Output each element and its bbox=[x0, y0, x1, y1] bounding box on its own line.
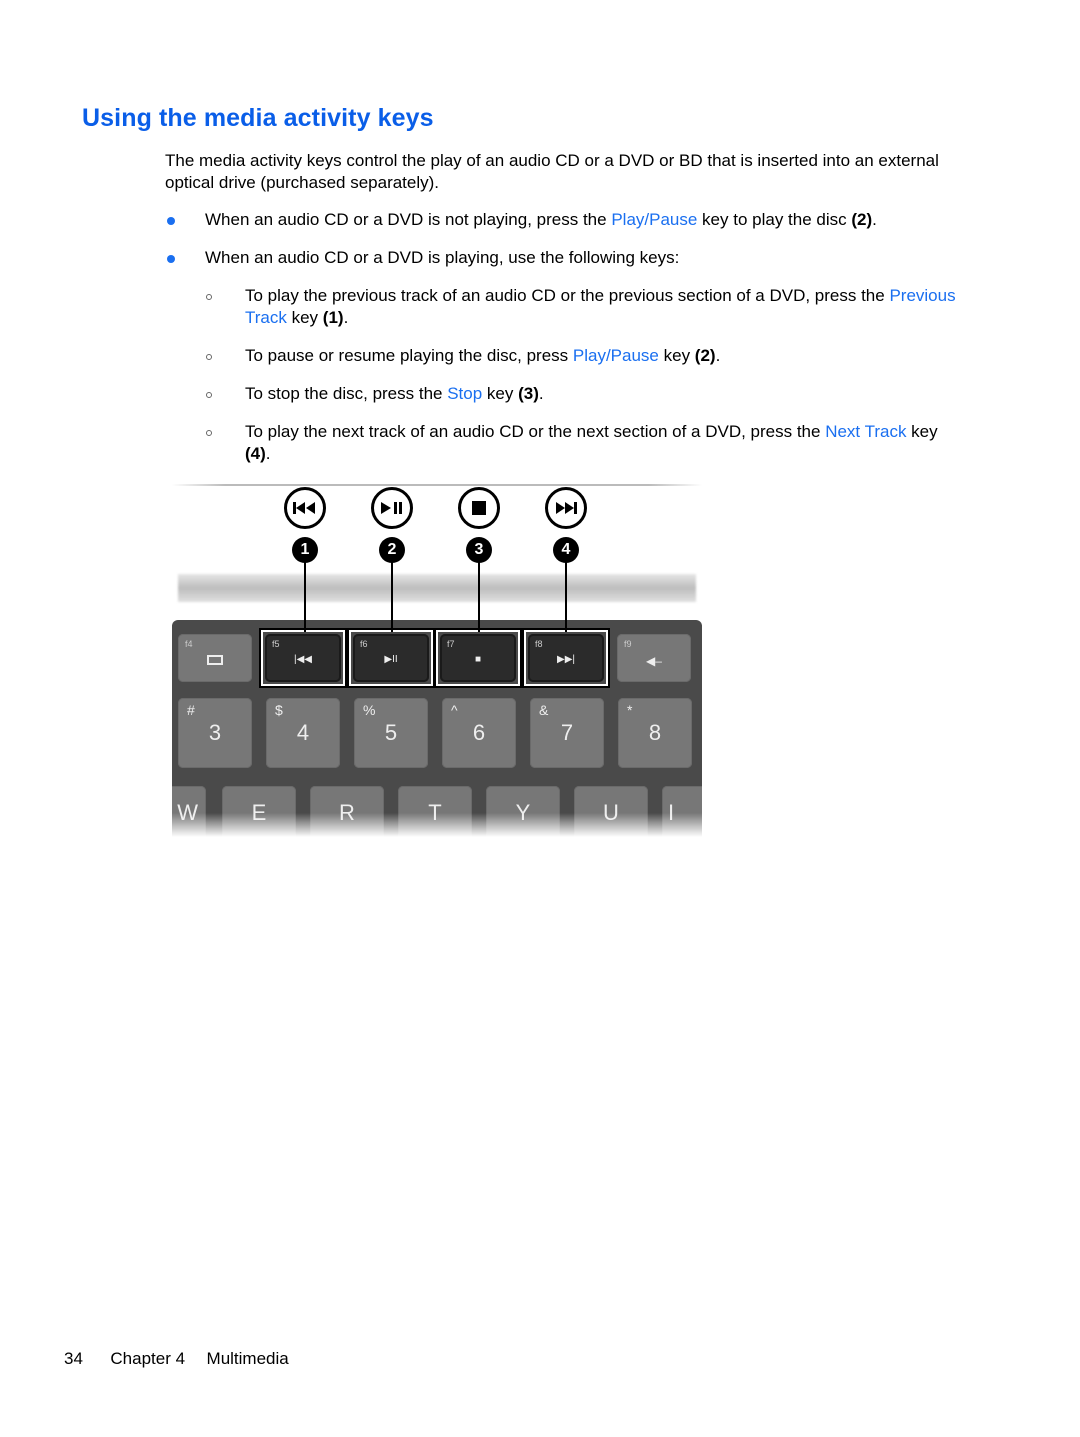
page-number: 34 bbox=[64, 1349, 83, 1368]
callout-ref: (2) bbox=[694, 346, 716, 365]
callout-ref: (2) bbox=[851, 210, 873, 229]
key-main-label: R bbox=[339, 800, 355, 825]
sub-bullet-circle-icon bbox=[206, 392, 212, 398]
key-shift-label: % bbox=[363, 702, 376, 718]
sub-bullet-text: To stop the disc, press the bbox=[245, 384, 448, 403]
callout-ref: (4) bbox=[245, 444, 266, 463]
sub-bullet-text: key bbox=[906, 422, 938, 441]
key-main-label: 6 bbox=[472, 720, 486, 745]
callout-ref: (1) bbox=[322, 308, 344, 327]
key-8: * 8 bbox=[618, 698, 692, 768]
f4-key: f4 bbox=[178, 634, 252, 682]
next-track-link[interactable]: Next Track bbox=[825, 422, 906, 441]
stop-icon bbox=[458, 487, 500, 529]
page-footer: 34 Chapter 4 Multimedia bbox=[64, 1349, 289, 1369]
section-heading: Using the media activity keys bbox=[82, 104, 434, 132]
leader-line bbox=[304, 560, 306, 632]
key-3: # 3 bbox=[178, 698, 252, 768]
volume-down-icon: ◀– bbox=[646, 654, 662, 668]
highlight-frame bbox=[347, 628, 435, 688]
key-fn-label: f9 bbox=[624, 639, 632, 649]
key-7: & 7 bbox=[530, 698, 604, 768]
key-shift-label: # bbox=[187, 702, 195, 718]
stop-link[interactable]: Stop bbox=[447, 384, 482, 403]
key-shift-label: ^ bbox=[451, 702, 458, 718]
bullet-text: When an audio CD or a DVD is not playing… bbox=[205, 210, 612, 229]
key-shift-label: * bbox=[627, 702, 633, 718]
leader-line bbox=[565, 560, 567, 632]
key-4: $ 4 bbox=[266, 698, 340, 768]
punctuation: . bbox=[872, 210, 877, 229]
key-u: U bbox=[574, 786, 648, 837]
key-y: Y bbox=[486, 786, 560, 837]
key-fn-label: f4 bbox=[185, 639, 193, 649]
bullet-dot-icon bbox=[167, 217, 175, 225]
punctuation: . bbox=[538, 384, 544, 403]
key-6: ^ 6 bbox=[442, 698, 516, 768]
sub-bullet-text: key bbox=[482, 384, 519, 403]
keyboard: f4 f5 |◀◀ f6 ▶II f7 ■ f8 ▶▶| f9 ◀– # 3 $… bbox=[172, 620, 702, 837]
sub-bullet-circle-icon bbox=[206, 294, 212, 300]
key-shift-label: $ bbox=[275, 702, 283, 718]
key-t: T bbox=[398, 786, 472, 837]
punctuation: . bbox=[265, 444, 271, 463]
figure-divider bbox=[172, 484, 702, 486]
key-i: I bbox=[662, 786, 702, 837]
key-main-label: 8 bbox=[648, 720, 662, 745]
sub-bullet-circle-icon bbox=[206, 430, 212, 436]
leader-line bbox=[478, 560, 480, 632]
play-pause-link[interactable]: Play/Pause bbox=[611, 210, 697, 229]
display-switch-icon bbox=[178, 654, 252, 668]
bullet-text: When an audio CD or a DVD is playing, us… bbox=[205, 248, 680, 267]
key-main-label: T bbox=[428, 800, 442, 825]
punctuation: . bbox=[343, 308, 349, 327]
highlight-frame bbox=[434, 628, 522, 688]
key-main-label: 7 bbox=[560, 720, 574, 745]
sub-bullet-text: key bbox=[658, 346, 695, 365]
callout-ref: (3) bbox=[518, 384, 539, 403]
keyboard-bezel bbox=[178, 574, 696, 602]
key-e: E bbox=[222, 786, 296, 837]
chapter-title: Multimedia bbox=[206, 1349, 289, 1368]
sub-bullet-circle-icon bbox=[206, 354, 212, 360]
key-shift-label: & bbox=[539, 702, 549, 718]
sub-bullet-text: key bbox=[286, 308, 323, 327]
play-pause-icon bbox=[371, 487, 413, 529]
bullet-dot-icon bbox=[167, 255, 175, 263]
f9-volume-down-key: f9 ◀– bbox=[617, 634, 691, 682]
chapter-label: Chapter 4 bbox=[110, 1349, 186, 1368]
key-main-label: E bbox=[251, 800, 267, 825]
media-keys-figure: 1 2 3 4 f4 f5 |◀◀ f6 ▶II f7 ■ f8 ▶▶| f9 bbox=[172, 482, 702, 837]
key-main-label: 5 bbox=[384, 720, 398, 745]
next-track-icon bbox=[545, 487, 587, 529]
highlight-frame bbox=[259, 628, 347, 688]
leader-line bbox=[391, 560, 393, 632]
highlight-frame bbox=[522, 628, 610, 688]
sub-bullet-text: To play the previous track of an audio C… bbox=[245, 286, 890, 305]
previous-track-icon bbox=[284, 487, 326, 529]
key-main-label: U bbox=[603, 800, 619, 825]
play-pause-link[interactable]: Play/Pause bbox=[573, 346, 659, 365]
intro-paragraph: The media activity keys control the play… bbox=[165, 151, 939, 192]
sub-bullet-text: To pause or resume playing the disc, pre… bbox=[245, 346, 573, 365]
key-main-label: 4 bbox=[296, 720, 310, 745]
bullet-text: key to play the disc bbox=[697, 210, 852, 229]
key-main-label: W bbox=[177, 800, 198, 825]
key-main-label: I bbox=[668, 800, 675, 825]
sub-bullet-text: To play the next track of an audio CD or… bbox=[245, 422, 826, 441]
punctuation: . bbox=[715, 346, 721, 365]
key-main-label: 3 bbox=[208, 720, 222, 745]
key-r: R bbox=[310, 786, 384, 837]
key-w: W bbox=[172, 786, 206, 837]
key-5: % 5 bbox=[354, 698, 428, 768]
key-main-label: Y bbox=[515, 800, 531, 825]
